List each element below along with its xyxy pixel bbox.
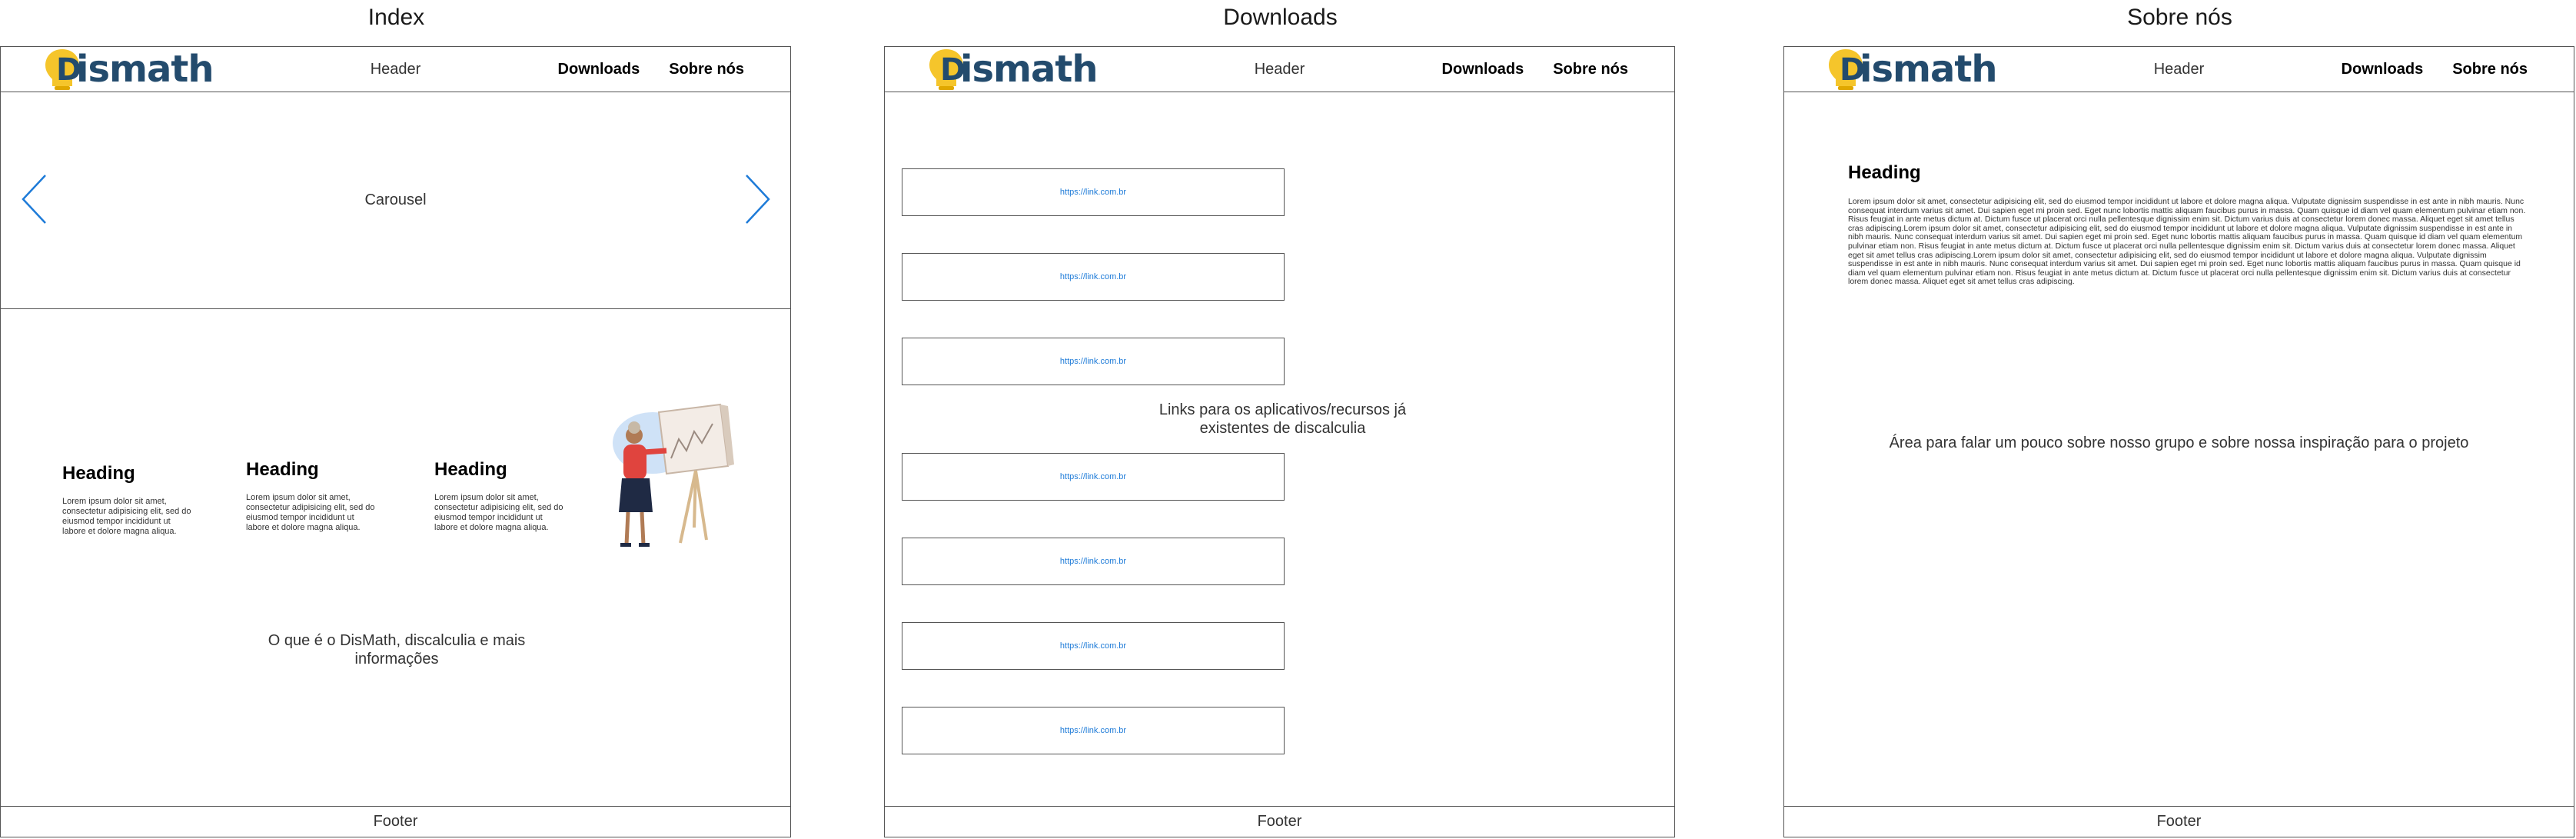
download-link-box: https://link.com.br [902,253,1285,301]
download-link[interactable]: https://link.com.br [1060,188,1126,197]
download-link[interactable]: https://link.com.br [1060,726,1126,735]
page-title-downloads: Downloads [1223,5,1338,30]
page-title-index: Index [367,5,425,30]
sobre-description-note: Área para falar um pouco sobre nosso gru… [1889,434,2469,451]
footer: Footer [1784,806,2574,837]
sobre-frame: D ismath Header Downloads Sobre nós Head… [1783,46,2574,837]
carousel: Carousel [1,92,790,309]
download-link[interactable]: https://link.com.br [1060,557,1126,566]
feature-text: Lorem ipsum dolor sit amet, consectetur … [246,493,375,532]
download-link-box: https://link.com.br [902,538,1285,585]
download-link[interactable]: https://link.com.br [1060,272,1126,281]
download-link-box: https://link.com.br [902,707,1285,754]
index-frame: D ismath Header Downloads Sobre nós Caro… [0,46,791,837]
download-link[interactable]: https://link.com.br [1060,357,1126,366]
header: D ismath Header Downloads Sobre nós [885,47,1674,92]
feature-heading: Heading [246,459,319,480]
carousel-next-arrow-icon[interactable] [743,174,771,225]
download-link[interactable]: https://link.com.br [1060,641,1126,651]
feature-block: Heading Lorem ipsum dolor sit amet, cons… [434,459,565,533]
page-title-sobre-nos: Sobre nós [2127,5,2232,30]
feature-heading: Heading [62,463,135,484]
feature-text: Lorem ipsum dolor sit amet, consectetur … [434,493,563,532]
header: D ismath Header Downloads Sobre nós [1,47,790,92]
nav-downloads[interactable]: Downloads [558,61,640,78]
download-link-box: https://link.com.br [902,622,1285,670]
nav: Downloads Sobre nós [558,61,744,78]
nav-downloads[interactable]: Downloads [1442,61,1524,78]
feature-block: Heading Lorem ipsum dolor sit amet, cons… [246,459,377,533]
nav: Downloads Sobre nós [1442,61,1628,78]
header: D ismath Header Downloads Sobre nós [1784,47,2574,92]
nav-sobre-nos[interactable]: Sobre nós [2452,61,2528,78]
feature-heading: Heading [434,459,507,480]
download-link-box: https://link.com.br [902,338,1285,385]
downloads-description-note: Links para os aplicativos/recursos já ex… [1158,401,1407,437]
nav: Downloads Sobre nós [2342,61,2528,78]
footer: Footer [1,806,790,837]
nav-sobre-nos[interactable]: Sobre nós [669,61,744,78]
download-link-box: https://link.com.br [902,453,1285,501]
teacher-illustration [613,403,734,547]
nav-downloads[interactable]: Downloads [2342,61,2424,78]
about-heading: Heading [1848,162,1921,183]
nav-sobre-nos[interactable]: Sobre nós [1553,61,1628,78]
carousel-label: Carousel [364,191,427,208]
download-link-box: https://link.com.br [902,168,1285,216]
download-link[interactable]: https://link.com.br [1060,472,1126,481]
about-text: Lorem ipsum dolor sit amet, consectetur … [1848,197,2526,287]
downloads-frame: D ismath Header Downloads Sobre nós http… [884,46,1675,837]
feature-text: Lorem ipsum dolor sit amet, consectetur … [62,497,191,536]
footer: Footer [885,806,1674,837]
index-description-note: O que é o DisMath, discalculia e mais in… [268,632,526,668]
feature-block: Heading Lorem ipsum dolor sit amet, cons… [62,463,193,537]
